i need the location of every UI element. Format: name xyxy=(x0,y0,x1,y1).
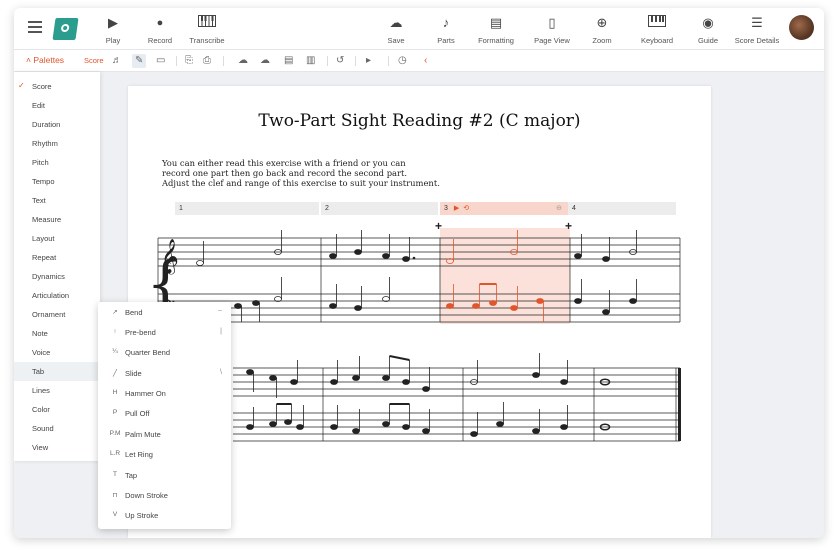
secondary-toolbar: ˄ Palettes Score ♬ ✎ ▭ ⎘ ⎙ ☁ ☁ ▤ ▥ ↺ ▸ ◷… xyxy=(14,50,824,72)
zoom-button[interactable]: ⊕ Zoom xyxy=(590,14,614,45)
zoom-icon: ⊕ xyxy=(596,15,608,30)
palette-highlight-tab xyxy=(14,362,100,381)
palette-item-note[interactable]: Note xyxy=(32,329,48,338)
tab-item-down-stroke[interactable]: ⊓ Down Stroke xyxy=(98,486,231,506)
playback-start-icon[interactable]: ▸ xyxy=(366,54,371,68)
tab-item-quarter-bend[interactable]: ¼ Quarter Bend xyxy=(98,343,231,363)
tab-item-bend[interactable]: ↗ Bend ~ xyxy=(98,303,231,323)
piano-icon xyxy=(187,14,227,32)
pull-off-icon: P xyxy=(112,409,118,416)
cloud-download-icon[interactable]: ☁ xyxy=(260,54,270,68)
palette-item-voice[interactable]: Voice xyxy=(32,348,50,357)
palette-item-score[interactable]: Score xyxy=(32,82,52,91)
tap-icon: T xyxy=(113,471,117,478)
guitar-icon: ♪ xyxy=(442,15,450,30)
keyboard-button[interactable]: Keyboard xyxy=(640,14,674,45)
palette-item-ornament[interactable]: Ornament xyxy=(32,310,65,319)
guitar-tool-icon[interactable]: ♬ xyxy=(112,54,122,68)
tab-item-pull-off[interactable]: P Pull Off xyxy=(98,404,231,424)
hamburger-menu-icon[interactable] xyxy=(28,21,42,33)
app-logo-icon[interactable] xyxy=(52,18,79,40)
chevron-up-icon: ˄ xyxy=(26,55,31,65)
palette-item-pitch[interactable]: Pitch xyxy=(32,158,49,167)
parts-button[interactable]: ♪ Parts xyxy=(434,14,458,45)
palette-item-text[interactable]: Text xyxy=(32,196,46,205)
palette-panel: ✓ Score Edit Duration Rhythm Pitch Tempo… xyxy=(14,72,100,461)
transcribe-button[interactable]: Transcribe xyxy=(187,14,227,45)
score-details-button[interactable]: ☰ Score Details xyxy=(734,14,780,45)
record-button[interactable]: ● Record xyxy=(143,14,177,45)
palette-item-sound[interactable]: Sound xyxy=(32,424,54,433)
cloud-upload-icon: ☁ xyxy=(389,15,403,30)
tab-item-up-stroke[interactable]: V Up Stroke xyxy=(98,506,231,526)
pencil-tool-icon[interactable]: ✎ xyxy=(132,54,147,68)
score-mode-label[interactable]: Score xyxy=(84,56,104,65)
palette-item-tempo[interactable]: Tempo xyxy=(32,177,55,186)
palettes-toggle-button[interactable]: ˄ Palettes xyxy=(26,55,64,65)
play-button[interactable]: ▶ Play xyxy=(102,14,124,45)
tab-item-palm-mute[interactable]: P.M Palm Mute xyxy=(98,425,231,445)
palette-item-measure[interactable]: Measure xyxy=(32,215,61,224)
formatting-button[interactable]: ▤ Formatting xyxy=(476,14,516,45)
document-alt-icon[interactable]: ▥ xyxy=(306,54,315,68)
palette-item-lines[interactable]: Lines xyxy=(32,386,50,395)
palette-item-tab[interactable]: Tab xyxy=(32,367,44,376)
formatting-icon: ▤ xyxy=(489,15,503,30)
page-view-button[interactable]: ▯ Page View xyxy=(532,14,572,45)
print-icon[interactable]: ⎙ xyxy=(203,54,211,68)
tab-item-let-ring[interactable]: L.R Let Ring xyxy=(98,445,231,465)
compass-icon: ◉ xyxy=(702,15,714,30)
document-icon[interactable]: ▤ xyxy=(284,54,293,68)
checkmark-icon: ✓ xyxy=(18,81,25,90)
svg-text:𝄞: 𝄞 xyxy=(161,239,179,275)
app-window: ▶ Play ● Record Transcribe ☁ Save ♪ Part… xyxy=(14,8,824,538)
copy-icon[interactable]: ⎘ xyxy=(185,54,193,68)
guide-button[interactable]: ◉ Guide xyxy=(696,14,720,45)
palette-item-color[interactable]: Color xyxy=(32,405,50,414)
palette-item-view[interactable]: View xyxy=(32,443,48,452)
chevron-left-icon[interactable]: ‹ xyxy=(424,54,427,68)
user-avatar[interactable] xyxy=(789,15,814,40)
record-icon: ● xyxy=(156,17,164,29)
palette-item-edit[interactable]: Edit xyxy=(32,101,45,110)
page-view-icon: ▯ xyxy=(548,15,556,30)
hammer-on-icon: H xyxy=(112,389,118,396)
quarter-bend-icon: ¼ xyxy=(112,348,118,355)
palette-item-articulation[interactable]: Articulation xyxy=(32,291,69,300)
save-button[interactable]: ☁ Save xyxy=(384,14,408,45)
top-toolbar: ▶ Play ● Record Transcribe ☁ Save ♪ Part… xyxy=(14,8,824,50)
pre-bend-icon: ↑ xyxy=(113,328,117,335)
bend-icon: ↗ xyxy=(112,309,118,316)
tab-item-hammer-on[interactable]: H Hammer On xyxy=(98,384,231,404)
palm-mute-icon: P.M xyxy=(109,430,121,437)
palette-item-layout[interactable]: Layout xyxy=(32,234,55,243)
keyboard-icon xyxy=(640,14,674,32)
tab-item-slide[interactable]: ╱ Slide \ xyxy=(98,364,231,384)
details-icon: ☰ xyxy=(751,15,763,30)
text-tool-icon[interactable]: ▭ xyxy=(156,54,165,68)
tab-item-pre-bend[interactable]: ↑ Pre-bend | xyxy=(98,323,231,343)
palette-item-repeat[interactable]: Repeat xyxy=(32,253,56,262)
palette-item-dynamics[interactable]: Dynamics xyxy=(32,272,65,281)
tab-palette-popup: ↗ Bend ~ ↑ Pre-bend | ¼ Quarter Bend ╱ S… xyxy=(98,302,231,529)
slide-icon: ╱ xyxy=(113,370,117,377)
play-icon: ▶ xyxy=(108,15,118,30)
clock-icon[interactable]: ◷ xyxy=(398,54,407,68)
let-ring-icon: L.R xyxy=(109,450,121,457)
palette-item-duration[interactable]: Duration xyxy=(32,120,60,129)
down-stroke-icon: ⊓ xyxy=(112,492,118,499)
cloud-upload-small-icon[interactable]: ☁ xyxy=(238,54,248,68)
history-icon[interactable]: ↺ xyxy=(336,54,344,68)
tab-item-tap[interactable]: T Tap xyxy=(98,466,231,486)
up-stroke-icon: V xyxy=(112,511,118,518)
palette-item-rhythm[interactable]: Rhythm xyxy=(32,139,58,148)
